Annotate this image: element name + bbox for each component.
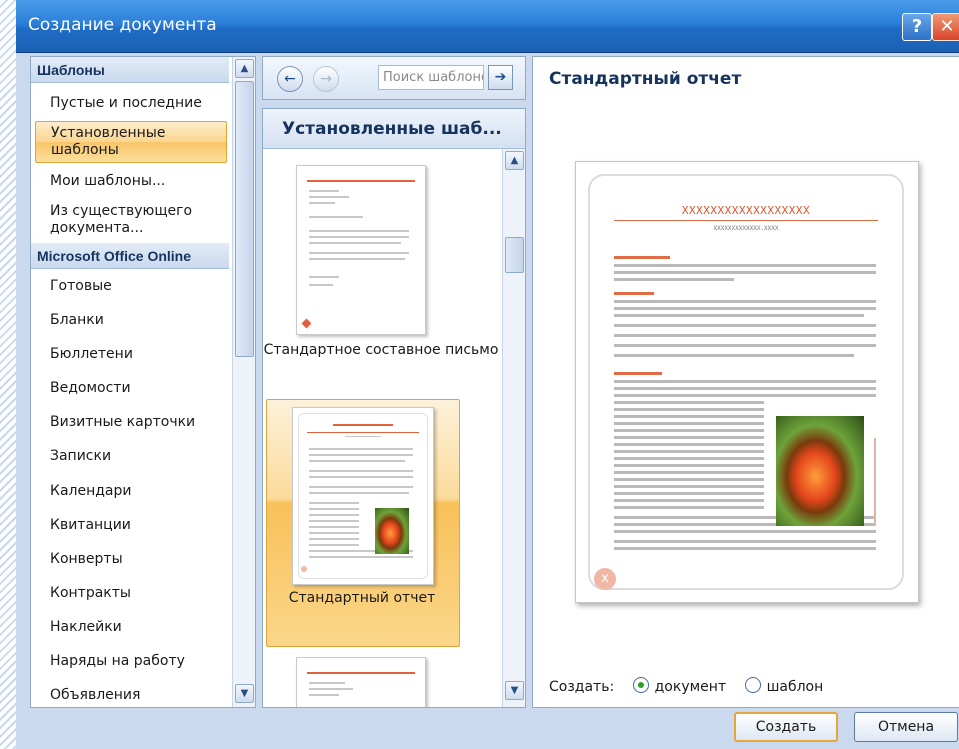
category-receipts[interactable]: Квитанции [35,517,227,534]
scroll-up-icon[interactable]: ▲ [235,59,254,78]
close-button[interactable]: ✕ [932,13,959,41]
template-scroll-up-icon[interactable]: ▲ [505,151,524,170]
template-list-header: Установленные шаб... [263,109,525,149]
preview-doc-heading: XXXXXXXXXXXXXXXXXX [681,204,811,217]
category-forms[interactable]: Бланки [35,312,227,329]
dialog-window: Создание документа ? ✕ Шаблоны Пустые и … [16,0,959,749]
preview-page: XXXXXXXXXXXXXXXXXX XXXXXXXXXXXXX.XXXX x [575,161,919,603]
template-label-letter[interactable]: Стандартное составное письмо [263,341,499,359]
template-scroll-down-icon[interactable]: ▼ [505,681,524,700]
category-ready[interactable]: Готовые [35,278,227,295]
section-header-office-online: Microsoft Office Online [31,243,229,269]
title-bar: Создание документа ? ✕ [16,0,959,53]
category-calendars[interactable]: Календари [35,483,227,500]
template-label-report[interactable]: Стандартный отчет [266,589,458,607]
template-thumbnail-report[interactable] [292,407,434,585]
category-contracts[interactable]: Контракты [35,585,227,602]
preview-seal-icon: x [594,568,616,590]
search-input[interactable]: Поиск шаблонов [378,65,484,90]
create-button[interactable]: Создать [734,712,838,742]
template-thumbnail-third[interactable] [296,657,426,707]
forward-arrow-icon[interactable]: → [313,66,339,92]
category-work-orders[interactable]: Наряды на работу [35,653,227,670]
category-scrollbar[interactable]: ▲ ▼ [232,57,255,707]
radio-template[interactable] [744,677,761,693]
template-thumbnail-letter[interactable] [296,165,426,335]
category-newsletters[interactable]: Бюллетени [35,346,227,363]
scroll-thumb[interactable] [235,81,254,357]
category-labels[interactable]: Наклейки [35,619,227,636]
radio-document-label[interactable]: документ [655,679,726,695]
search-go-icon[interactable]: ➔ [488,65,513,90]
template-scrollbar[interactable]: ▲ ▼ [502,149,525,707]
template-scroll-thumb[interactable] [505,237,524,273]
window-title: Создание документа [28,15,217,35]
create-label: Создать: [549,679,615,695]
category-blank-recent[interactable]: Пустые и последние [35,95,227,112]
radio-document[interactable] [632,677,649,693]
radio-template-label[interactable]: шаблон [767,679,824,695]
category-from-existing[interactable]: Из существующего документа... [35,203,215,237]
category-panel: Шаблоны Пустые и последние Установленные… [30,56,256,708]
preview-doc-subtitle: XXXXXXXXXXXXX.XXXX [713,225,779,232]
back-arrow-icon[interactable]: ← [277,66,303,92]
preview-panel: Стандартный отчет XXXXXXXXXXXXXXXXXX XXX… [532,56,959,708]
category-envelopes[interactable]: Конверты [35,551,227,568]
category-memos[interactable]: Записки [35,448,227,465]
preview-title: Стандартный отчет [549,69,742,89]
preview-page-border: XXXXXXXXXXXXXXXXXX XXXXXXXXXXXXX.XXXX x [588,174,904,590]
category-business-cards[interactable]: Визитные карточки [35,414,227,431]
background-hatch [0,0,16,749]
scroll-down-icon[interactable]: ▼ [235,684,254,703]
category-installed-templates[interactable]: Установленные шаблоны [35,121,227,163]
template-list-panel: Установленные шаб... Стандартное составн… [262,108,526,708]
category-my-templates[interactable]: Мои шаблоны... [35,173,227,190]
cancel-button[interactable]: Отмена [854,712,958,742]
preview-flower-image [776,416,864,526]
section-header-templates: Шаблоны [31,57,229,83]
create-options: Создать: документ шаблон [549,677,837,695]
category-statements[interactable]: Ведомости [35,380,227,397]
help-button[interactable]: ? [902,13,932,41]
navigation-bar: ← → Поиск шаблонов ➔ [262,56,526,100]
category-announcements[interactable]: Объявления [35,687,227,704]
